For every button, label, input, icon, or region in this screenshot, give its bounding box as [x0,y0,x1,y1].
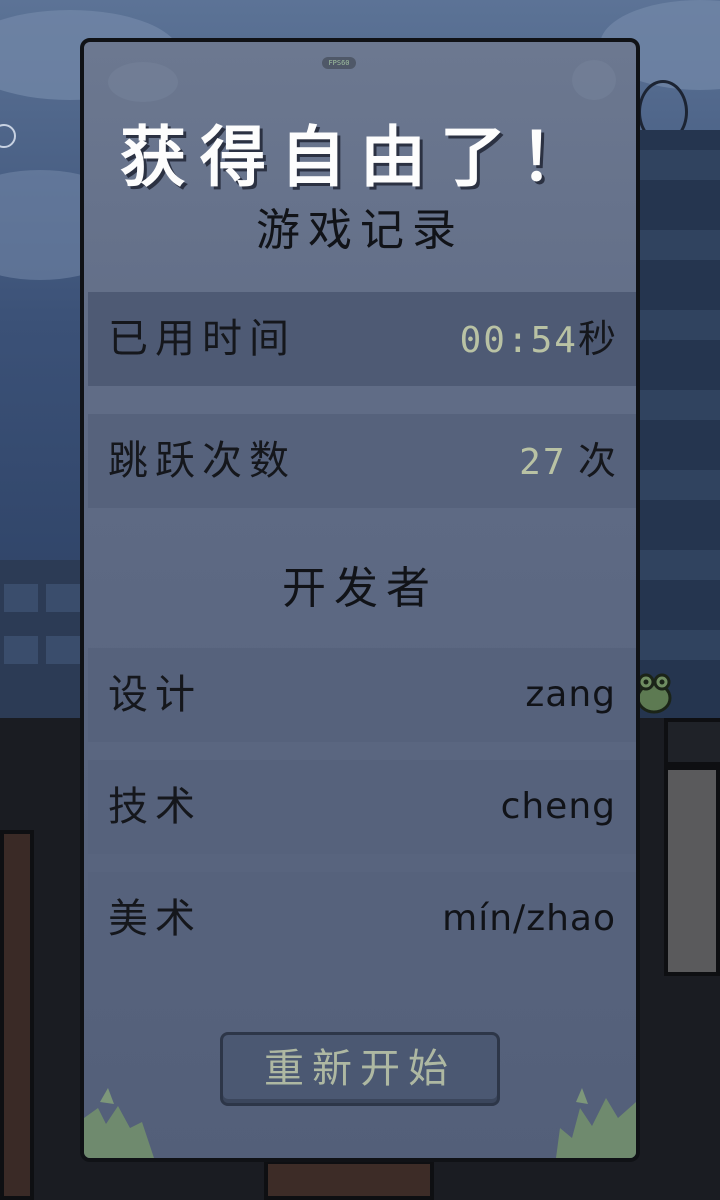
record-heading: 游戏记录 [256,205,464,256]
elapsed-time: 00:54 [459,320,578,361]
panel-smudge [108,62,178,102]
building-left [0,560,90,720]
credit-name: zang [525,674,616,715]
ground-block [264,1160,434,1200]
ground-block [664,718,720,766]
stat-unit: 次 [577,439,616,483]
developer-heading: 开发者 [282,563,438,614]
victory-title: 获得自由了！ [120,119,600,196]
credit-label: 美术 [108,896,202,942]
frog-icon [636,673,672,714]
credit-name: mín/zhao [442,898,616,939]
credit-row-art: 美术 mín/zhao [88,872,636,966]
stat-unit: 秒 [577,317,616,361]
jump-count: 27 [519,442,567,483]
stat-row-time: 已用时间 00:54秒 [88,292,636,386]
stat-label: 已用时间 [108,316,296,362]
credit-name: cheng [500,786,616,827]
credit-row-design: 设计 zang [88,648,636,742]
grass-decoration [556,1088,636,1158]
panel-smudge [572,60,616,100]
restart-button[interactable]: 重新开始 [220,1032,500,1106]
stat-row-jumps: 跳跃次数 27 次 [88,414,636,508]
result-panel: FPS60 获得自由了！ 游戏记录 已用时间 00:54秒 跳跃次数 27 次 … [80,38,640,1162]
grass-decoration [84,1088,154,1158]
credit-label: 设计 [108,672,202,718]
ground-block [664,766,720,976]
stat-value: 27 次 [519,414,616,508]
credit-row-tech: 技术 cheng [88,760,636,854]
ground-block [0,830,34,1200]
stat-label: 跳跃次数 [108,438,296,484]
credit-label: 技术 [108,784,202,830]
stat-value: 00:54秒 [460,292,616,386]
fps-counter: FPS60 [322,57,356,69]
building-right [640,130,720,720]
